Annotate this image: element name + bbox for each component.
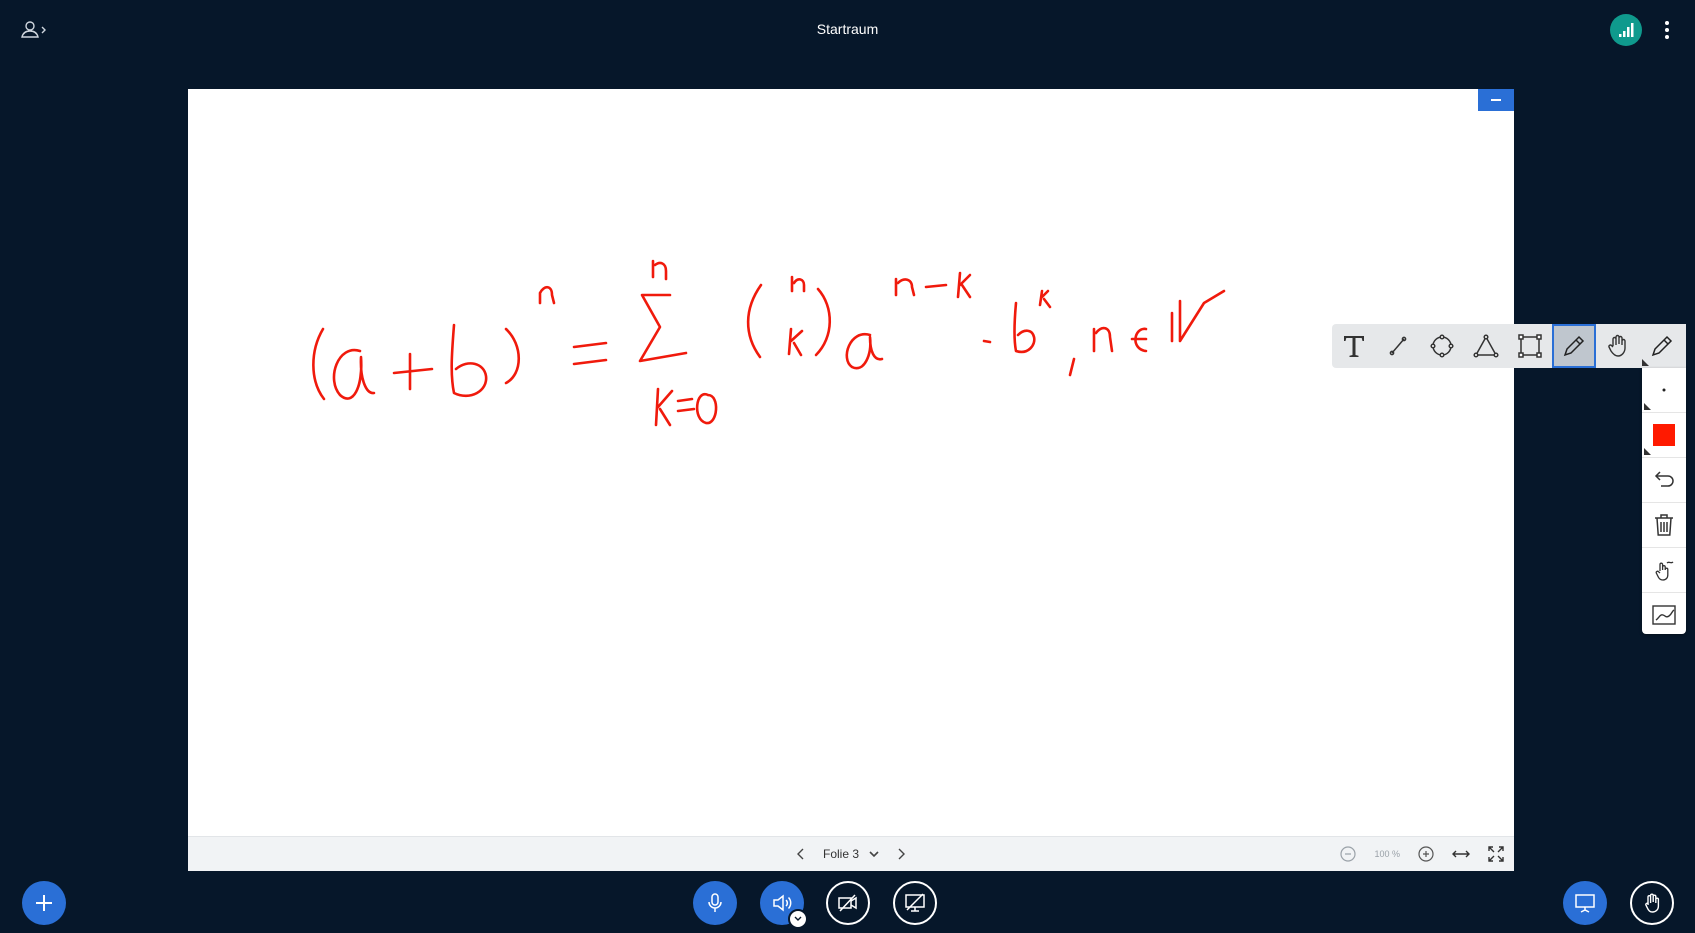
dot-icon — [1662, 388, 1666, 392]
smooth-line-button[interactable] — [1642, 593, 1686, 637]
pencil-icon — [1563, 335, 1585, 357]
chevron-down-icon — [794, 916, 802, 921]
submenu-indicator — [1642, 359, 1649, 366]
audio-options-badge[interactable] — [788, 909, 808, 929]
line-icon — [1389, 336, 1407, 356]
undo-button[interactable] — [1642, 458, 1686, 503]
next-slide-button[interactable] — [893, 846, 909, 862]
thickness-button[interactable] — [1642, 368, 1686, 413]
tool-menu-button[interactable] — [1640, 324, 1684, 368]
text-icon — [1344, 336, 1364, 357]
camera-button[interactable] — [826, 881, 870, 925]
clear-button[interactable] — [1642, 503, 1686, 548]
submenu-indicator — [1644, 448, 1651, 455]
chevron-down-icon — [869, 851, 879, 858]
screen-share-off-icon — [905, 893, 925, 912]
submenu-indicator — [1644, 403, 1651, 410]
speaker-icon — [773, 894, 792, 912]
audio-button[interactable] — [760, 881, 808, 929]
room-title: Startraum — [816, 21, 879, 37]
zoom-in-button[interactable] — [1418, 846, 1434, 862]
presentation-button[interactable] — [1563, 881, 1607, 925]
microphone-icon — [708, 893, 722, 912]
triangle-tool-button[interactable] — [1464, 324, 1508, 368]
ellipse-icon — [1430, 334, 1454, 358]
line-tool-button[interactable] — [1376, 324, 1420, 368]
fullscreen-button[interactable] — [1488, 846, 1504, 862]
microphone-button[interactable] — [693, 881, 737, 925]
ink-drawing — [312, 259, 1226, 427]
triangle-icon — [1473, 334, 1499, 358]
slide-select[interactable]: Folie 3 — [823, 847, 879, 861]
smooth-line-icon — [1652, 605, 1676, 625]
rectangle-tool-button[interactable] — [1508, 324, 1552, 368]
raise-hand-icon — [1645, 893, 1660, 913]
zoom-level: 100 % — [1374, 849, 1400, 859]
whiteboard-slide[interactable] — [188, 89, 1514, 870]
previous-slide-button[interactable] — [793, 846, 809, 862]
signal-bars-icon — [1619, 23, 1634, 37]
color-button[interactable] — [1642, 413, 1686, 458]
undo-icon — [1654, 471, 1674, 487]
minimize-presentation-button[interactable] — [1478, 89, 1514, 111]
rectangle-icon — [1518, 334, 1542, 358]
text-tool-button[interactable] — [1332, 324, 1376, 368]
multi-user-pen-icon — [1655, 561, 1674, 581]
raise-hand-button[interactable] — [1630, 881, 1674, 925]
color-swatch — [1653, 424, 1675, 446]
presentation-icon — [1575, 894, 1595, 913]
screen-share-button[interactable] — [893, 881, 937, 925]
video-off-icon — [838, 894, 857, 912]
pencil-tool-button[interactable] — [1552, 324, 1596, 368]
vertical-dots-icon[interactable] — [1657, 18, 1677, 42]
multi-user-button[interactable] — [1642, 548, 1686, 593]
whiteboard-toolbar — [1332, 324, 1686, 368]
presentation-toolbar: Folie 3 100 % — [188, 836, 1514, 871]
pencil-icon — [1651, 335, 1673, 357]
minus-icon — [1491, 99, 1501, 101]
hand-icon — [1608, 334, 1626, 357]
add-actions-button[interactable] — [22, 881, 66, 925]
slide-label: Folie 3 — [822, 847, 860, 861]
trash-icon — [1655, 514, 1673, 536]
ellipse-tool-button[interactable] — [1420, 324, 1464, 368]
plus-icon — [36, 895, 52, 911]
pan-tool-button[interactable] — [1596, 324, 1640, 368]
connection-status-button[interactable] — [1610, 14, 1642, 46]
whiteboard-options-panel — [1642, 368, 1686, 634]
zoom-out-button[interactable] — [1340, 846, 1357, 862]
fit-width-button[interactable] — [1452, 848, 1470, 860]
